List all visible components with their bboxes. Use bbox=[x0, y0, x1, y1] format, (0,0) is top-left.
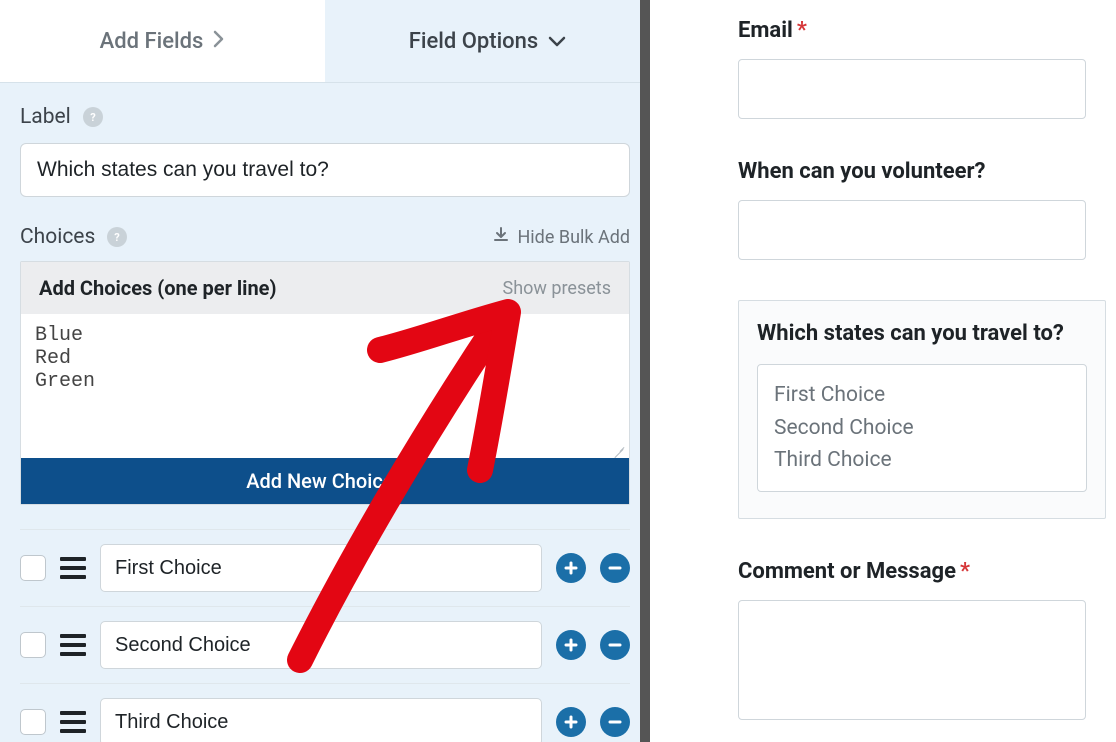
choice-input[interactable] bbox=[100, 621, 542, 669]
choice-checkbox[interactable] bbox=[20, 709, 46, 735]
choice-checkbox[interactable] bbox=[20, 632, 46, 658]
add-new-choices-label: Add New Choices bbox=[246, 469, 404, 493]
choice-row bbox=[20, 529, 630, 607]
remove-choice-button[interactable] bbox=[600, 553, 630, 583]
add-new-choices-button[interactable]: Add New Choices bbox=[21, 458, 629, 504]
hide-bulk-add-label: Hide Bulk Add bbox=[517, 227, 630, 248]
states-select[interactable]: First Choice Second Choice Third Choice bbox=[757, 364, 1087, 492]
choice-row bbox=[20, 684, 630, 742]
bulk-add-title: Add Choices (one per line) bbox=[39, 276, 277, 300]
states-label: Which states can you travel to? bbox=[757, 321, 1087, 346]
comment-label: Comment or Message* bbox=[738, 559, 1116, 584]
chevron-down-icon bbox=[548, 29, 566, 54]
label-heading: Label bbox=[20, 105, 71, 129]
choice-checkbox[interactable] bbox=[20, 555, 46, 581]
add-choice-button[interactable] bbox=[556, 630, 586, 660]
volunteer-label: When can you volunteer? bbox=[738, 159, 1116, 184]
drag-handle-icon[interactable] bbox=[60, 557, 86, 579]
volunteer-field[interactable] bbox=[738, 200, 1086, 260]
bulk-choices-textarea[interactable] bbox=[21, 314, 629, 454]
required-indicator: * bbox=[797, 18, 807, 43]
comment-field[interactable] bbox=[738, 600, 1086, 720]
chevron-right-icon bbox=[213, 29, 225, 54]
tab-field-options[interactable]: Field Options bbox=[325, 0, 650, 82]
download-icon bbox=[493, 227, 509, 248]
choice-row bbox=[20, 607, 630, 684]
drag-handle-icon[interactable] bbox=[60, 634, 86, 656]
remove-choice-button[interactable] bbox=[600, 630, 630, 660]
option-text: Third Choice bbox=[774, 444, 1070, 477]
label-input[interactable] bbox=[20, 143, 630, 197]
bulk-add-box: Add Choices (one per line) Show presets … bbox=[20, 261, 630, 505]
help-icon[interactable]: ? bbox=[107, 227, 127, 247]
resize-handle-icon[interactable] bbox=[611, 440, 625, 454]
help-icon[interactable]: ? bbox=[83, 107, 103, 127]
panel-divider[interactable] bbox=[640, 0, 650, 742]
svg-text:?: ? bbox=[90, 111, 96, 123]
tab-field-options-label: Field Options bbox=[409, 29, 539, 54]
choices-heading: Choices bbox=[20, 225, 95, 249]
show-presets-link[interactable]: Show presets bbox=[503, 278, 611, 299]
email-field[interactable] bbox=[738, 59, 1086, 119]
selected-field-preview[interactable]: Which states can you travel to? First Ch… bbox=[738, 300, 1106, 519]
option-text: Second Choice bbox=[774, 412, 1070, 445]
svg-text:?: ? bbox=[115, 231, 121, 243]
drag-handle-icon[interactable] bbox=[60, 711, 86, 733]
add-choice-button[interactable] bbox=[556, 707, 586, 737]
remove-choice-button[interactable] bbox=[600, 707, 630, 737]
tab-add-fields[interactable]: Add Fields bbox=[0, 0, 325, 82]
email-label: Email* bbox=[738, 18, 1116, 43]
choice-input[interactable] bbox=[100, 698, 542, 742]
add-choice-button[interactable] bbox=[556, 553, 586, 583]
tab-add-fields-label: Add Fields bbox=[100, 29, 204, 54]
option-text: First Choice bbox=[774, 379, 1070, 412]
hide-bulk-add-link[interactable]: Hide Bulk Add bbox=[493, 227, 630, 248]
required-indicator: * bbox=[960, 559, 970, 584]
choice-input[interactable] bbox=[100, 544, 542, 592]
